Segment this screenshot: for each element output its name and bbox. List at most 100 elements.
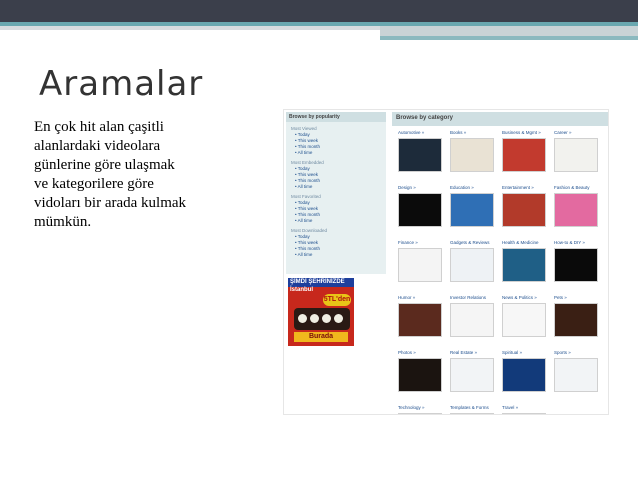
category-label[interactable]: Career »	[554, 130, 600, 136]
body-line: ve kategorilere göre	[34, 176, 154, 192]
category-thumbnail[interactable]	[554, 303, 598, 337]
category-thumbnail[interactable]	[502, 193, 546, 227]
category-tile[interactable]: Templates & Forms	[450, 405, 496, 414]
category-tile[interactable]: Real Estate »	[450, 350, 496, 400]
popularity-header: Browse by popularity	[286, 112, 386, 122]
popularity-group: Most Viewed • Today • This week • This mont…	[286, 126, 386, 156]
category-label[interactable]: How-to & DIY »	[554, 240, 600, 246]
category-tile[interactable]: Humor »	[398, 295, 444, 345]
category-label[interactable]: Sports »	[554, 350, 600, 356]
category-thumbnail[interactable]	[450, 248, 494, 282]
category-thumbnail[interactable]	[502, 248, 546, 282]
popularity-group: Most Downloaded • Today • This week • This …	[286, 228, 386, 258]
category-label[interactable]: Humor »	[398, 295, 444, 301]
slide-accent-strip	[380, 36, 638, 40]
category-thumbnail[interactable]	[450, 358, 494, 392]
browse-by-popularity-panel: Browse by popularity Most Viewed • Today •…	[286, 112, 386, 274]
category-thumbnail[interactable]	[554, 193, 598, 227]
category-label[interactable]: Photos »	[398, 350, 444, 356]
ad-footer-label: Burada	[294, 332, 348, 342]
category-tile[interactable]: Finance »	[398, 240, 444, 290]
category-thumbnail[interactable]	[398, 193, 442, 227]
slide-accent-block	[380, 26, 638, 36]
category-tile[interactable]: Business & Mgmt »	[502, 130, 548, 180]
category-label[interactable]: Entertainment »	[502, 185, 548, 191]
category-tile[interactable]: How-to & DIY »	[554, 240, 600, 290]
ad-price-badge: 5TL'den	[323, 294, 351, 306]
category-tile[interactable]: Books »	[450, 130, 496, 180]
category-tile[interactable]: Fashion & Beauty	[554, 185, 600, 235]
category-thumbnail[interactable]	[502, 303, 546, 337]
popularity-link[interactable]: • All time	[291, 252, 386, 258]
category-tile[interactable]: Spiritual »	[502, 350, 548, 400]
body-line: En çok hit alan çaşitli	[34, 119, 164, 135]
slide-title: Aramalar	[39, 64, 204, 104]
category-label[interactable]: Pets »	[554, 295, 600, 301]
body-line: alanlardaki videolara	[34, 138, 161, 154]
body-line: vidoları bir arada kulmak	[34, 195, 187, 211]
popularity-link[interactable]: • All time	[291, 218, 386, 224]
category-thumbnail[interactable]	[450, 303, 494, 337]
slide-body-text: En çok hit alan çaşitli alanlardaki vide…	[34, 118, 234, 232]
category-label[interactable]: Investor Relations	[450, 295, 496, 301]
sushi-image	[294, 308, 350, 330]
category-thumbnail[interactable]	[398, 413, 442, 414]
category-thumbnail[interactable]	[450, 193, 494, 227]
category-tile[interactable]: Photos »	[398, 350, 444, 400]
category-thumbnail[interactable]	[398, 138, 442, 172]
category-thumbnail[interactable]	[554, 138, 598, 172]
ad-headline: ŞİMDİ ŞEHRİNİZDE	[288, 278, 354, 287]
category-tile[interactable]: Sports »	[554, 350, 600, 400]
category-label[interactable]: Books »	[450, 130, 496, 136]
category-tile[interactable]: Investor Relations	[450, 295, 496, 345]
category-thumbnail[interactable]	[450, 413, 494, 414]
ad-city: İstanbul	[290, 287, 314, 293]
body-line: günlerine göre ulaşmak	[34, 157, 175, 173]
slide-top-bar	[0, 0, 638, 22]
category-tile[interactable]: Design »	[398, 185, 444, 235]
category-label[interactable]: Technology »	[398, 405, 444, 411]
category-thumbnail[interactable]	[398, 248, 442, 282]
category-label[interactable]: News & Politics »	[502, 295, 548, 301]
category-tile[interactable]: Health & Medicine	[502, 240, 548, 290]
category-tile[interactable]: Pets »	[554, 295, 600, 345]
category-label[interactable]: Real Estate »	[450, 350, 496, 356]
category-tile[interactable]: Career »	[554, 130, 600, 180]
category-thumbnail[interactable]	[398, 358, 442, 392]
category-label[interactable]: Finance »	[398, 240, 444, 246]
category-header: Browse by category	[392, 112, 608, 126]
category-thumbnail[interactable]	[554, 358, 598, 392]
popularity-group: Most Embedded • Today • This week • This mo…	[286, 160, 386, 190]
category-label[interactable]: Design »	[398, 185, 444, 191]
category-tile[interactable]: Gadgets & Reviews	[450, 240, 496, 290]
category-thumbnail[interactable]	[502, 138, 546, 172]
category-label[interactable]: Spiritual »	[502, 350, 548, 356]
advertisement-banner[interactable]: ŞİMDİ ŞEHRİNİZDE İstanbul 5TL'den Burada	[288, 278, 354, 346]
category-thumbnail[interactable]	[450, 138, 494, 172]
category-label[interactable]: Business & Mgmt »	[502, 130, 548, 136]
category-thumbnail[interactable]	[554, 248, 598, 282]
browse-by-category-panel: Browse by category Automotive » Books » Bu…	[392, 112, 608, 414]
category-tile[interactable]: Entertainment »	[502, 185, 548, 235]
category-label[interactable]: Fashion & Beauty	[554, 185, 600, 191]
category-tile[interactable]: News & Politics »	[502, 295, 548, 345]
website-screenshot: Browse by popularity Most Viewed • Today •…	[283, 109, 609, 415]
category-label[interactable]: Automotive »	[398, 130, 444, 136]
body-line: mümkün.	[34, 214, 92, 230]
category-thumbnail[interactable]	[502, 413, 546, 414]
popularity-group: Most Favorited • Today • This week • This m…	[286, 194, 386, 224]
popularity-link[interactable]: • All time	[291, 150, 386, 156]
category-label[interactable]: Travel »	[502, 405, 548, 411]
category-tile[interactable]: Education »	[450, 185, 496, 235]
popularity-groups: Most Viewed • Today • This week • This mont…	[286, 126, 386, 258]
category-tile[interactable]: Automotive »	[398, 130, 444, 180]
category-label[interactable]: Gadgets & Reviews	[450, 240, 496, 246]
category-label[interactable]: Education »	[450, 185, 496, 191]
category-thumbnail[interactable]	[398, 303, 442, 337]
popularity-link[interactable]: • All time	[291, 184, 386, 190]
category-tile[interactable]: Travel »	[502, 405, 548, 414]
category-thumbnail[interactable]	[502, 358, 546, 392]
category-label[interactable]: Templates & Forms	[450, 405, 496, 411]
category-label[interactable]: Health & Medicine	[502, 240, 548, 246]
category-tile[interactable]: Technology »	[398, 405, 444, 414]
